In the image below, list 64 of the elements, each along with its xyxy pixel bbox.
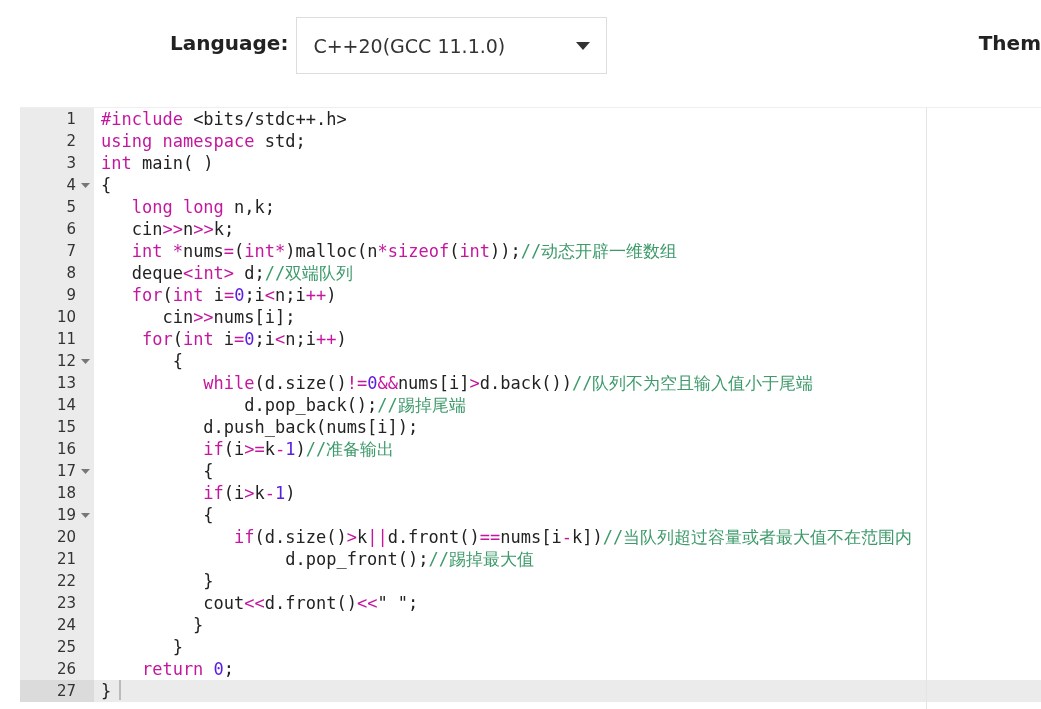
code-line: d.pop_front();//踢掉最大值	[284, 548, 534, 570]
line-number: 19	[56, 506, 76, 524]
line-number: 25	[56, 638, 76, 656]
code-line: {	[202, 504, 214, 526]
code-line: while(d.size()!=0&&nums[i]>d.back())//队列不为空且输入值小于尾端	[202, 372, 814, 394]
line-number: 5	[66, 198, 76, 216]
line-number: 3	[66, 154, 76, 172]
code-line: }	[192, 614, 204, 636]
line-number: 9	[66, 286, 76, 304]
line-number: 4	[66, 176, 76, 194]
line-number: 15	[56, 418, 76, 436]
code-line: if(i>=k-1)//准备输出	[202, 438, 395, 460]
code-line: }	[171, 636, 183, 658]
line-number: 16	[56, 440, 76, 458]
code-line: }	[202, 570, 214, 592]
line-number: 7	[66, 242, 76, 260]
dropdown-caret-icon	[576, 41, 591, 50]
text-cursor	[119, 680, 122, 700]
fold-arrow-icon[interactable]	[80, 468, 90, 474]
language-select[interactable]: C++20(GCC 11.1.0)	[296, 17, 608, 74]
code-line: {	[202, 460, 214, 482]
code-line: d.pop_back();//踢掉尾端	[243, 394, 466, 416]
code-line: cin>>nums[i];	[161, 306, 296, 328]
line-number: 20	[56, 528, 76, 546]
line-number: 12	[56, 352, 76, 370]
fold-arrow-icon[interactable]	[80, 512, 90, 518]
theme-label: Them	[978, 31, 1041, 55]
line-number: 1	[66, 110, 76, 128]
code-line: if(d.size()>k||d.front()==nums[i-k])//当队列超过容量或者最大值不在范围内	[233, 526, 913, 548]
line-number: 6	[66, 220, 76, 238]
code-line: cout<<d.front()<<" ";	[202, 592, 419, 614]
code-line: using namespace std;	[100, 130, 306, 152]
code-line: d.push_back(nums[i]);	[202, 416, 419, 438]
line-number: 21	[56, 550, 76, 568]
code-line: {	[171, 350, 183, 372]
fold-arrow-icon[interactable]	[80, 182, 90, 188]
line-number: 22	[56, 572, 76, 590]
code-line: long long n,k;	[130, 196, 276, 218]
code-line: int main( )	[100, 152, 214, 174]
line-number: 17	[56, 462, 76, 480]
line-number: 13	[56, 374, 76, 392]
code-line: int *nums=(int*)malloc(n*sizeof(int));//动态开辟一维数组	[130, 240, 678, 262]
line-number: 11	[56, 330, 76, 348]
code-editor[interactable]	[20, 107, 1041, 709]
line-number: 2	[66, 132, 76, 150]
line-number: 27	[56, 682, 76, 700]
code-line: }	[100, 680, 112, 702]
line-number: 14	[56, 396, 76, 414]
code-line: for(int i=0;i<n;i++)	[130, 284, 337, 306]
line-number: 24	[56, 616, 76, 634]
code-line: cin>>n>>k;	[130, 218, 235, 240]
code-line: #include <bits/stdc++.h>	[100, 108, 347, 130]
code-line: deque<int> d;//双端队列	[130, 262, 354, 284]
line-number: 23	[56, 594, 76, 612]
code-line: {	[100, 174, 112, 196]
line-number: 8	[66, 264, 76, 282]
line-number: 10	[56, 308, 76, 326]
language-label: Language:	[170, 31, 289, 55]
line-number: 26	[56, 660, 76, 678]
fold-arrow-icon[interactable]	[80, 358, 90, 364]
code-line: for(int i=0;i<n;i++)	[140, 328, 347, 350]
line-number: 18	[56, 484, 76, 502]
code-line: return 0;	[140, 658, 235, 680]
code-line: if(i>k-1)	[202, 482, 296, 504]
